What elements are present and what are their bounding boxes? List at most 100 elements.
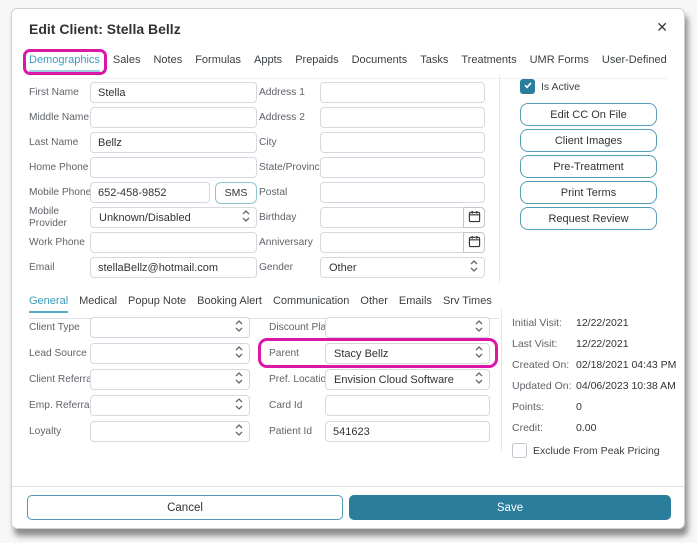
middle-name-row: Middle Name bbox=[29, 107, 257, 128]
anniversary-calendar-button[interactable] bbox=[463, 232, 485, 253]
last-visit-row: Last Visit: 12/22/2021 bbox=[512, 338, 672, 351]
sms-button[interactable]: SMS bbox=[215, 181, 257, 204]
client-type-label: Client Type bbox=[29, 321, 80, 333]
is-active-row: Is Active bbox=[520, 79, 657, 94]
client-stats-panel: Initial Visit: 12/22/2021 Last Visit: 12… bbox=[512, 317, 676, 458]
parent-select[interactable]: Stacy Bellz bbox=[325, 343, 490, 364]
client-referral-label: Client Referral bbox=[29, 373, 95, 385]
subtab-communication[interactable]: Communication bbox=[273, 295, 349, 313]
points-row: Points: 0 bbox=[512, 401, 672, 414]
points-label: Points: bbox=[512, 401, 545, 413]
patient-id-label: Patient Id bbox=[269, 425, 313, 437]
client-images-button[interactable]: Client Images bbox=[520, 129, 657, 152]
birthday-calendar-button[interactable] bbox=[463, 207, 485, 228]
request-review-button[interactable]: Request Review bbox=[520, 207, 657, 230]
discount-plan-select[interactable] bbox=[325, 317, 490, 338]
address2-field[interactable] bbox=[320, 107, 485, 128]
email-label: Email bbox=[29, 261, 55, 273]
mobile-provider-label: Mobile Provider bbox=[29, 205, 67, 229]
exclude-peak-label: Exclude From Peak Pricing bbox=[533, 444, 660, 457]
middle-name-field[interactable] bbox=[90, 107, 257, 128]
credit-row: Credit: 0.00 bbox=[512, 422, 672, 435]
birthday-field[interactable] bbox=[320, 207, 464, 228]
patient-id-field[interactable] bbox=[325, 421, 490, 442]
last-name-row: Last Name bbox=[29, 132, 257, 153]
gender-select[interactable]: Other bbox=[320, 257, 485, 278]
emp-referral-select[interactable] bbox=[90, 395, 250, 416]
subtab-medical[interactable]: Medical bbox=[79, 295, 117, 313]
emp-referral-label: Emp. Referral bbox=[29, 399, 92, 411]
anniversary-row: Anniversary bbox=[259, 232, 485, 253]
pref-location-select[interactable]: Envision Cloud Software bbox=[325, 369, 490, 390]
loyalty-label: Loyalty bbox=[29, 425, 62, 437]
mobile-provider-row: Mobile Provider Unknown/Disabled bbox=[29, 205, 257, 229]
chevron-updown-icon bbox=[235, 345, 243, 362]
vertical-divider-upper bbox=[499, 75, 500, 283]
mobile-phone-field[interactable] bbox=[90, 182, 210, 203]
subtab-general[interactable]: General bbox=[29, 295, 69, 313]
subtab-other[interactable]: Other bbox=[360, 295, 388, 313]
credit-value: 0.00 bbox=[576, 422, 597, 434]
tab-formulas[interactable]: Formulas bbox=[195, 54, 241, 72]
client-referral-select[interactable] bbox=[90, 369, 250, 390]
first-name-field[interactable] bbox=[90, 82, 257, 103]
exclude-peak-checkbox[interactable] bbox=[512, 443, 527, 458]
updated-on-label: Updated On: bbox=[512, 380, 572, 392]
close-icon[interactable]: ✕ bbox=[656, 19, 668, 36]
email-field[interactable] bbox=[90, 257, 257, 278]
card-id-field[interactable] bbox=[325, 395, 490, 416]
initial-visit-label: Initial Visit: bbox=[512, 317, 562, 329]
subtab-popup-note[interactable]: Popup Note bbox=[128, 295, 186, 313]
calendar-icon bbox=[468, 210, 481, 226]
anniversary-field[interactable] bbox=[320, 232, 464, 253]
edit-cc-on-file-button[interactable]: Edit CC On File bbox=[520, 103, 657, 126]
tab-treatments[interactable]: Treatments bbox=[461, 54, 516, 72]
exclude-peak-row: Exclude From Peak Pricing bbox=[512, 443, 672, 458]
discount-plan-label: Discount Plan bbox=[269, 321, 332, 333]
home-phone-field[interactable] bbox=[90, 157, 257, 178]
save-button[interactable]: Save bbox=[349, 495, 671, 520]
tab-documents[interactable]: Documents bbox=[352, 54, 408, 72]
birthday-label: Birthday bbox=[259, 211, 297, 223]
mobile-phone-label: Mobile Phone bbox=[29, 186, 92, 198]
sub-tab-bar: General Medical Popup Note Booking Alert… bbox=[29, 295, 499, 319]
tab-tasks[interactable]: Tasks bbox=[420, 54, 448, 72]
dialog-title: Edit Client: Stella Bellz bbox=[29, 21, 181, 37]
postal-field[interactable] bbox=[320, 182, 485, 203]
client-type-select[interactable] bbox=[90, 317, 250, 338]
subtab-srv-times[interactable]: Srv Times bbox=[443, 295, 492, 313]
tab-notes[interactable]: Notes bbox=[153, 54, 182, 72]
tab-user-defined[interactable]: User-Defined bbox=[602, 54, 667, 72]
tab-appts[interactable]: Appts bbox=[254, 54, 282, 72]
last-name-field[interactable] bbox=[90, 132, 257, 153]
mobile-phone-row: Mobile Phone SMS bbox=[29, 181, 257, 204]
state-label: State/Province bbox=[259, 161, 326, 173]
initial-visit-value: 12/22/2021 bbox=[576, 317, 629, 329]
cancel-button[interactable]: Cancel bbox=[27, 495, 343, 520]
state-field[interactable] bbox=[320, 157, 485, 178]
city-field[interactable] bbox=[320, 132, 485, 153]
tab-demographics[interactable]: Demographics bbox=[29, 54, 100, 72]
credit-label: Credit: bbox=[512, 422, 543, 434]
address1-field[interactable] bbox=[320, 82, 485, 103]
chevron-updown-icon bbox=[475, 319, 483, 336]
work-phone-field[interactable] bbox=[90, 232, 257, 253]
subtab-emails[interactable]: Emails bbox=[399, 295, 432, 313]
pre-treatment-button[interactable]: Pre-Treatment bbox=[520, 155, 657, 178]
subtab-booking-alert[interactable]: Booking Alert bbox=[197, 295, 262, 313]
address2-row: Address 2 bbox=[259, 107, 485, 128]
mobile-provider-select[interactable]: Unknown/Disabled bbox=[90, 207, 257, 228]
lead-source-select[interactable] bbox=[90, 343, 250, 364]
address1-label: Address 1 bbox=[259, 86, 305, 98]
is-active-checkbox[interactable] bbox=[520, 79, 535, 94]
chevron-updown-icon bbox=[242, 209, 250, 226]
tab-sales[interactable]: Sales bbox=[113, 54, 141, 72]
loyalty-select[interactable] bbox=[90, 421, 250, 442]
print-terms-button[interactable]: Print Terms bbox=[520, 181, 657, 204]
loyalty-row: Loyalty bbox=[29, 421, 250, 442]
tab-prepaids[interactable]: Prepaids bbox=[295, 54, 338, 72]
middle-name-label: Middle Name bbox=[29, 111, 90, 123]
lead-source-label: Lead Source bbox=[29, 347, 87, 359]
tab-umr-forms[interactable]: UMR Forms bbox=[530, 54, 589, 72]
state-row: State/Province bbox=[259, 157, 485, 178]
